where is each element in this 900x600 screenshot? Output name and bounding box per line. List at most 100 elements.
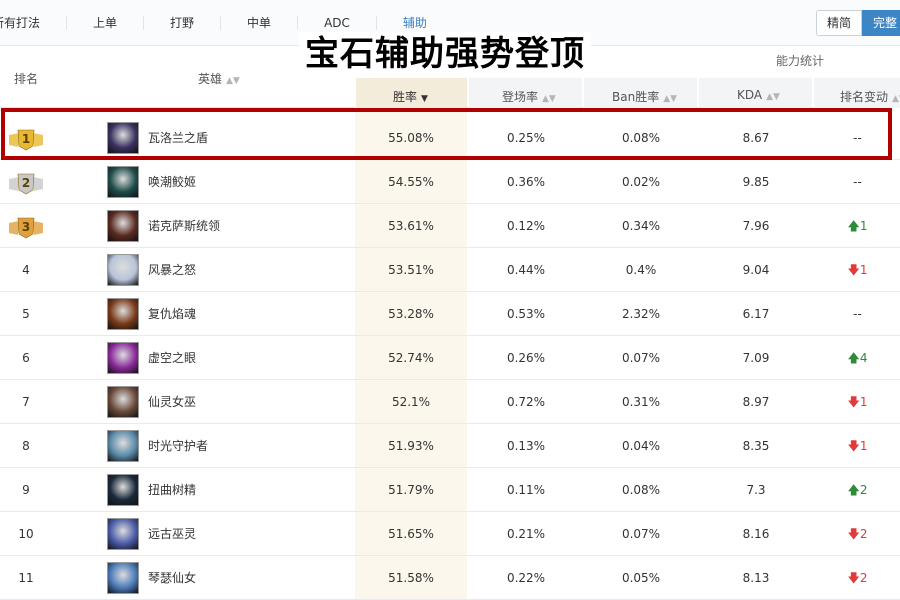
header-winrate-label: 胜率 [393, 90, 418, 104]
hero-avatar[interactable] [107, 562, 139, 594]
table-row[interactable]: 1 瓦洛兰之盾 55.08% 0.25% 0.08% 8.67 -- [0, 116, 900, 160]
rank-change-value: 1 [859, 439, 868, 453]
winrate-value: 53.61% [388, 219, 434, 233]
kda-value: 7.96 [742, 219, 770, 233]
hero-avatar[interactable] [107, 518, 139, 550]
sort-icon: ▲▼ [542, 94, 556, 104]
tab-all[interactable]: 所有打法 [0, 16, 68, 30]
hero-name[interactable]: 远古巫灵 [148, 512, 196, 556]
header-kda[interactable]: KDA ▲▼ [737, 88, 780, 102]
rank-change: 🡅4 [815, 336, 900, 380]
kda-value: 8.13 [742, 571, 770, 585]
hero-avatar[interactable] [107, 474, 139, 506]
winrate-value: 52.74% [388, 351, 434, 365]
rank-number: 6 [22, 351, 30, 365]
rank-change: 🡇1 [815, 380, 900, 424]
arrow-down-icon: 🡇 [847, 527, 860, 541]
rank-medal-icon: 3 [9, 217, 43, 239]
hero-avatar[interactable] [107, 122, 139, 154]
hero-name[interactable]: 时光守护者 [148, 424, 208, 468]
hero-name[interactable]: 诺克萨斯统领 [148, 204, 220, 248]
pickrate-value: 0.53% [506, 307, 546, 321]
hero-avatar[interactable] [107, 298, 139, 330]
view-full-button[interactable]: 完整 [862, 10, 900, 36]
rank-change: 🡅2 [815, 468, 900, 512]
pickrate-value: 0.44% [506, 263, 546, 277]
header-hero-label: 英雄 [198, 72, 223, 86]
kda-value: 8.67 [742, 131, 770, 145]
banrate-value: 0.05% [621, 571, 661, 585]
table-row[interactable]: 6 虚空之眼 52.74% 0.26% 0.07% 7.09 🡅4 [0, 336, 900, 380]
table-row[interactable]: 5 复仇焰魂 53.28% 0.53% 2.32% 6.17 -- [0, 292, 900, 336]
rank-change-value: 4 [859, 351, 868, 365]
hero-name[interactable]: 瓦洛兰之盾 [148, 116, 208, 160]
view-toggle: 精简 完整 [816, 10, 900, 36]
pickrate-value: 0.36% [506, 175, 546, 189]
rank-change: -- [853, 175, 862, 189]
header-ability: 能力统计 [775, 54, 824, 68]
hero-name[interactable]: 仙灵女巫 [148, 380, 196, 424]
hero-avatar[interactable] [107, 210, 139, 242]
arrow-down-icon: 🡇 [847, 439, 860, 453]
kda-value: 8.16 [742, 527, 770, 541]
rank-change-value: 2 [859, 571, 868, 585]
rank-medal-icon: 2 [9, 173, 43, 195]
hero-name[interactable]: 复仇焰魂 [148, 292, 196, 336]
winrate-value: 51.65% [388, 527, 434, 541]
header-hero[interactable]: 英雄 ▲▼ [198, 70, 240, 87]
header-winrate[interactable]: 胜率 ▼ [393, 88, 428, 105]
table-row[interactable]: 3 诺克萨斯统领 53.61% 0.12% 0.34% 7.96 🡅1 [0, 204, 900, 248]
table-row[interactable]: 2 唤潮鲛姬 54.55% 0.36% 0.02% 9.85 -- [0, 160, 900, 204]
hero-avatar[interactable] [107, 254, 139, 286]
banrate-value: 0.07% [621, 527, 661, 541]
winrate-value: 55.08% [388, 131, 434, 145]
rank-number: 9 [22, 483, 30, 497]
winrate-value: 53.28% [388, 307, 434, 321]
hero-name[interactable]: 风暴之怒 [148, 248, 196, 292]
header-pickrate[interactable]: 登场率 ▲▼ [502, 88, 556, 105]
header-rank-change[interactable]: 排名变动▲▼ [840, 88, 900, 105]
table-row[interactable]: 11 琴瑟仙女 51.58% 0.22% 0.05% 8.13 🡇2 [0, 556, 900, 600]
arrow-up-icon: 🡅 [847, 219, 860, 233]
table-row[interactable]: 7 仙灵女巫 52.1% 0.72% 0.31% 8.97 🡇1 [0, 380, 900, 424]
sort-icon: ▲▼ [663, 94, 678, 104]
hero-name[interactable]: 扭曲树精 [148, 468, 196, 512]
tab-jungle[interactable]: 打野 [144, 16, 222, 30]
rank-number: 4 [22, 263, 30, 277]
view-simple-button[interactable]: 精简 [816, 10, 863, 36]
table-row[interactable]: 9 扭曲树精 51.79% 0.11% 0.08% 7.3 🡅2 [0, 468, 900, 512]
banrate-value: 0.04% [621, 439, 661, 453]
kda-value: 7.3 [746, 483, 766, 497]
banrate-value: 0.08% [621, 483, 661, 497]
kda-value: 9.04 [742, 263, 770, 277]
hero-avatar[interactable] [107, 386, 139, 418]
tab-top[interactable]: 上单 [67, 16, 145, 30]
hero-name[interactable]: 琴瑟仙女 [148, 556, 196, 600]
tab-mid[interactable]: 中单 [221, 16, 299, 30]
header-banrate[interactable]: Ban胜率 ▲▼ [612, 88, 677, 105]
tab-support[interactable]: 辅助 [377, 16, 453, 30]
pickrate-value: 0.11% [506, 483, 546, 497]
sort-icon: ▲▼ [226, 76, 240, 86]
sort-desc-icon: ▼ [421, 94, 428, 104]
table-row[interactable]: 4 风暴之怒 53.51% 0.44% 0.4% 9.04 🡇1 [0, 248, 900, 292]
table-row[interactable]: 10 远古巫灵 51.65% 0.21% 0.07% 8.16 🡇2 [0, 512, 900, 556]
hero-name[interactable]: 唤潮鲛姬 [148, 160, 196, 204]
hero-avatar[interactable] [107, 342, 139, 374]
hero-avatar[interactable] [107, 166, 139, 198]
winrate-value: 51.93% [388, 439, 434, 453]
kda-value: 9.85 [742, 175, 770, 189]
winrate-value: 54.55% [388, 175, 434, 189]
arrow-down-icon: 🡇 [847, 571, 860, 585]
pickrate-value: 0.12% [506, 219, 546, 233]
tab-adc[interactable]: ADC [298, 16, 377, 30]
winrate-value: 51.79% [388, 483, 434, 497]
table-row[interactable]: 8 时光守护者 51.93% 0.13% 0.04% 8.35 🡇1 [0, 424, 900, 468]
pickrate-value: 0.13% [506, 439, 546, 453]
rank-change-value: 1 [859, 263, 868, 277]
winrate-value: 53.51% [388, 263, 434, 277]
hero-avatar[interactable] [107, 430, 139, 462]
pickrate-value: 0.26% [506, 351, 546, 365]
hero-name[interactable]: 虚空之眼 [148, 336, 196, 380]
kda-value: 8.35 [742, 439, 770, 453]
